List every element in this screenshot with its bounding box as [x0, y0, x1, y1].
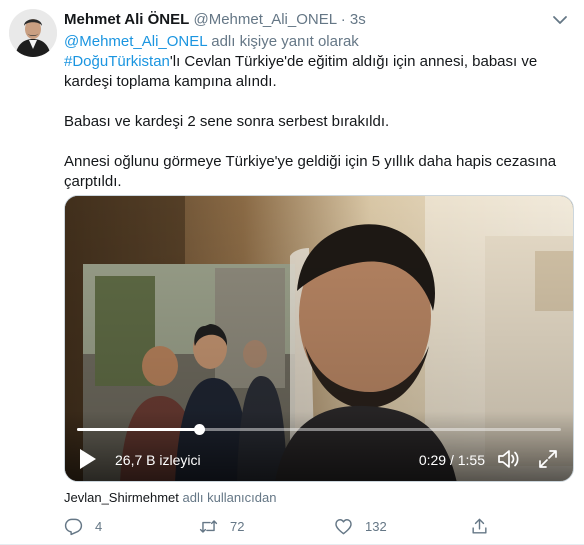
video-progress-fill	[77, 428, 199, 431]
like-button[interactable]: 132	[334, 515, 387, 537]
fullscreen-icon	[539, 450, 557, 468]
attribution-user[interactable]: Jevlan_Shirmehmet	[64, 490, 179, 505]
tweet[interactable]: Mehmet Ali ÖNEL @Mehmet_Ali_ONEL · 3s @M…	[0, 0, 584, 545]
hashtag-link[interactable]: #DoğuTürkistan	[64, 53, 170, 70]
reply-icon	[64, 518, 83, 535]
reply-context: @Mehmet_Ali_ONEL adlı kişiye yanıt olara…	[64, 32, 359, 52]
avatar-image	[9, 9, 57, 57]
separator-dot: ·	[340, 11, 346, 28]
play-icon	[80, 449, 96, 469]
fullscreen-button[interactable]	[537, 448, 559, 470]
author-handle[interactable]: @Mehmet_Ali_ONEL	[193, 11, 336, 28]
video-time: 0:29 / 1:55	[418, 452, 485, 468]
share-button[interactable]	[470, 515, 489, 537]
avatar[interactable]	[9, 9, 57, 57]
heart-icon	[335, 518, 352, 534]
reply-to-handle[interactable]: @Mehmet_Ali_ONEL	[64, 33, 207, 50]
play-button[interactable]	[77, 447, 99, 471]
like-count: 132	[365, 518, 387, 534]
reply-to-suffix: adlı kişiye yanıt olarak	[211, 33, 359, 50]
tweet-actions: 4 72 132	[64, 515, 504, 537]
video-controls: 26,7 B izleyici 0:29 / 1:55	[65, 437, 573, 481]
share-icon	[472, 518, 487, 534]
tweet-paragraph-2: Babası ve kardeşi 2 sene sonra serbest b…	[64, 113, 390, 130]
video-progress-bar[interactable]	[77, 428, 561, 431]
chevron-down-icon	[553, 16, 567, 24]
author-name[interactable]: Mehmet Ali ÖNEL	[64, 11, 189, 28]
retweet-icon	[199, 519, 218, 533]
video-attribution: Jevlan_Shirmehmet adlı kullanıcıdan	[64, 490, 276, 506]
timestamp[interactable]: 3s	[350, 11, 366, 28]
tweet-paragraph-1: #DoğuTürkistan'lı Cevlan Türkiye'de eğit…	[64, 52, 569, 92]
more-menu-button[interactable]	[550, 12, 570, 28]
attribution-suffix: adlı kullanıcıdan	[182, 490, 277, 505]
reply-button[interactable]: 4	[64, 515, 102, 537]
reply-count: 4	[95, 518, 103, 534]
volume-icon	[498, 450, 519, 468]
view-count: 26,7 B izleyici	[115, 452, 201, 468]
tweet-header: Mehmet Ali ÖNEL @Mehmet_Ali_ONEL · 3s	[64, 10, 366, 30]
video-progress-handle[interactable]	[193, 424, 205, 435]
volume-button[interactable]	[497, 448, 521, 470]
video-player[interactable]: 26,7 B izleyici 0:29 / 1:55	[64, 195, 574, 482]
retweet-count: 72	[230, 518, 245, 534]
retweet-button[interactable]: 72	[199, 515, 244, 537]
tweet-text: #DoğuTürkistan'lı Cevlan Türkiye'de eğit…	[64, 52, 569, 192]
tweet-paragraph-3: Annesi oğlunu görmeye Türkiye'ye geldiği…	[64, 153, 557, 190]
